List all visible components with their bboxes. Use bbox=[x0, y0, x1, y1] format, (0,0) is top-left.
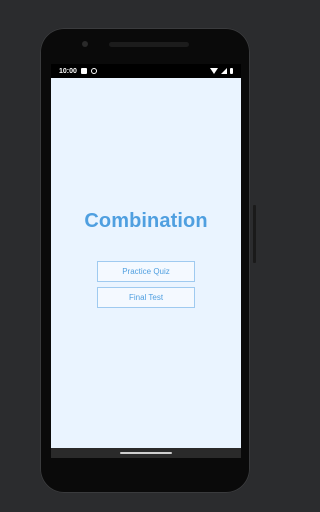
status-icons bbox=[210, 68, 233, 74]
status-time: 10:00 bbox=[59, 67, 77, 75]
battery-icon bbox=[230, 68, 233, 74]
front-camera bbox=[82, 41, 88, 47]
sd-card-icon bbox=[80, 68, 87, 74]
app-content: Combination Practice Quiz Final Test bbox=[51, 78, 241, 448]
app-title: Combination bbox=[84, 210, 208, 232]
final-test-button[interactable]: Final Test bbox=[97, 287, 195, 308]
power-button bbox=[253, 205, 256, 263]
device-stage: 10:00 Combination Practice Quiz Final Te… bbox=[0, 0, 288, 512]
practice-quiz-button[interactable]: Practice Quiz bbox=[97, 261, 195, 282]
wifi-icon bbox=[210, 68, 218, 74]
navigation-bar bbox=[51, 448, 241, 458]
notification-icon bbox=[90, 68, 97, 74]
speaker-grill bbox=[109, 42, 189, 47]
signal-icon bbox=[221, 68, 227, 74]
screen: 10:00 Combination Practice Quiz Final Te… bbox=[51, 64, 241, 458]
home-gesture-handle[interactable] bbox=[120, 452, 172, 454]
status-bar: 10:00 bbox=[51, 64, 241, 78]
